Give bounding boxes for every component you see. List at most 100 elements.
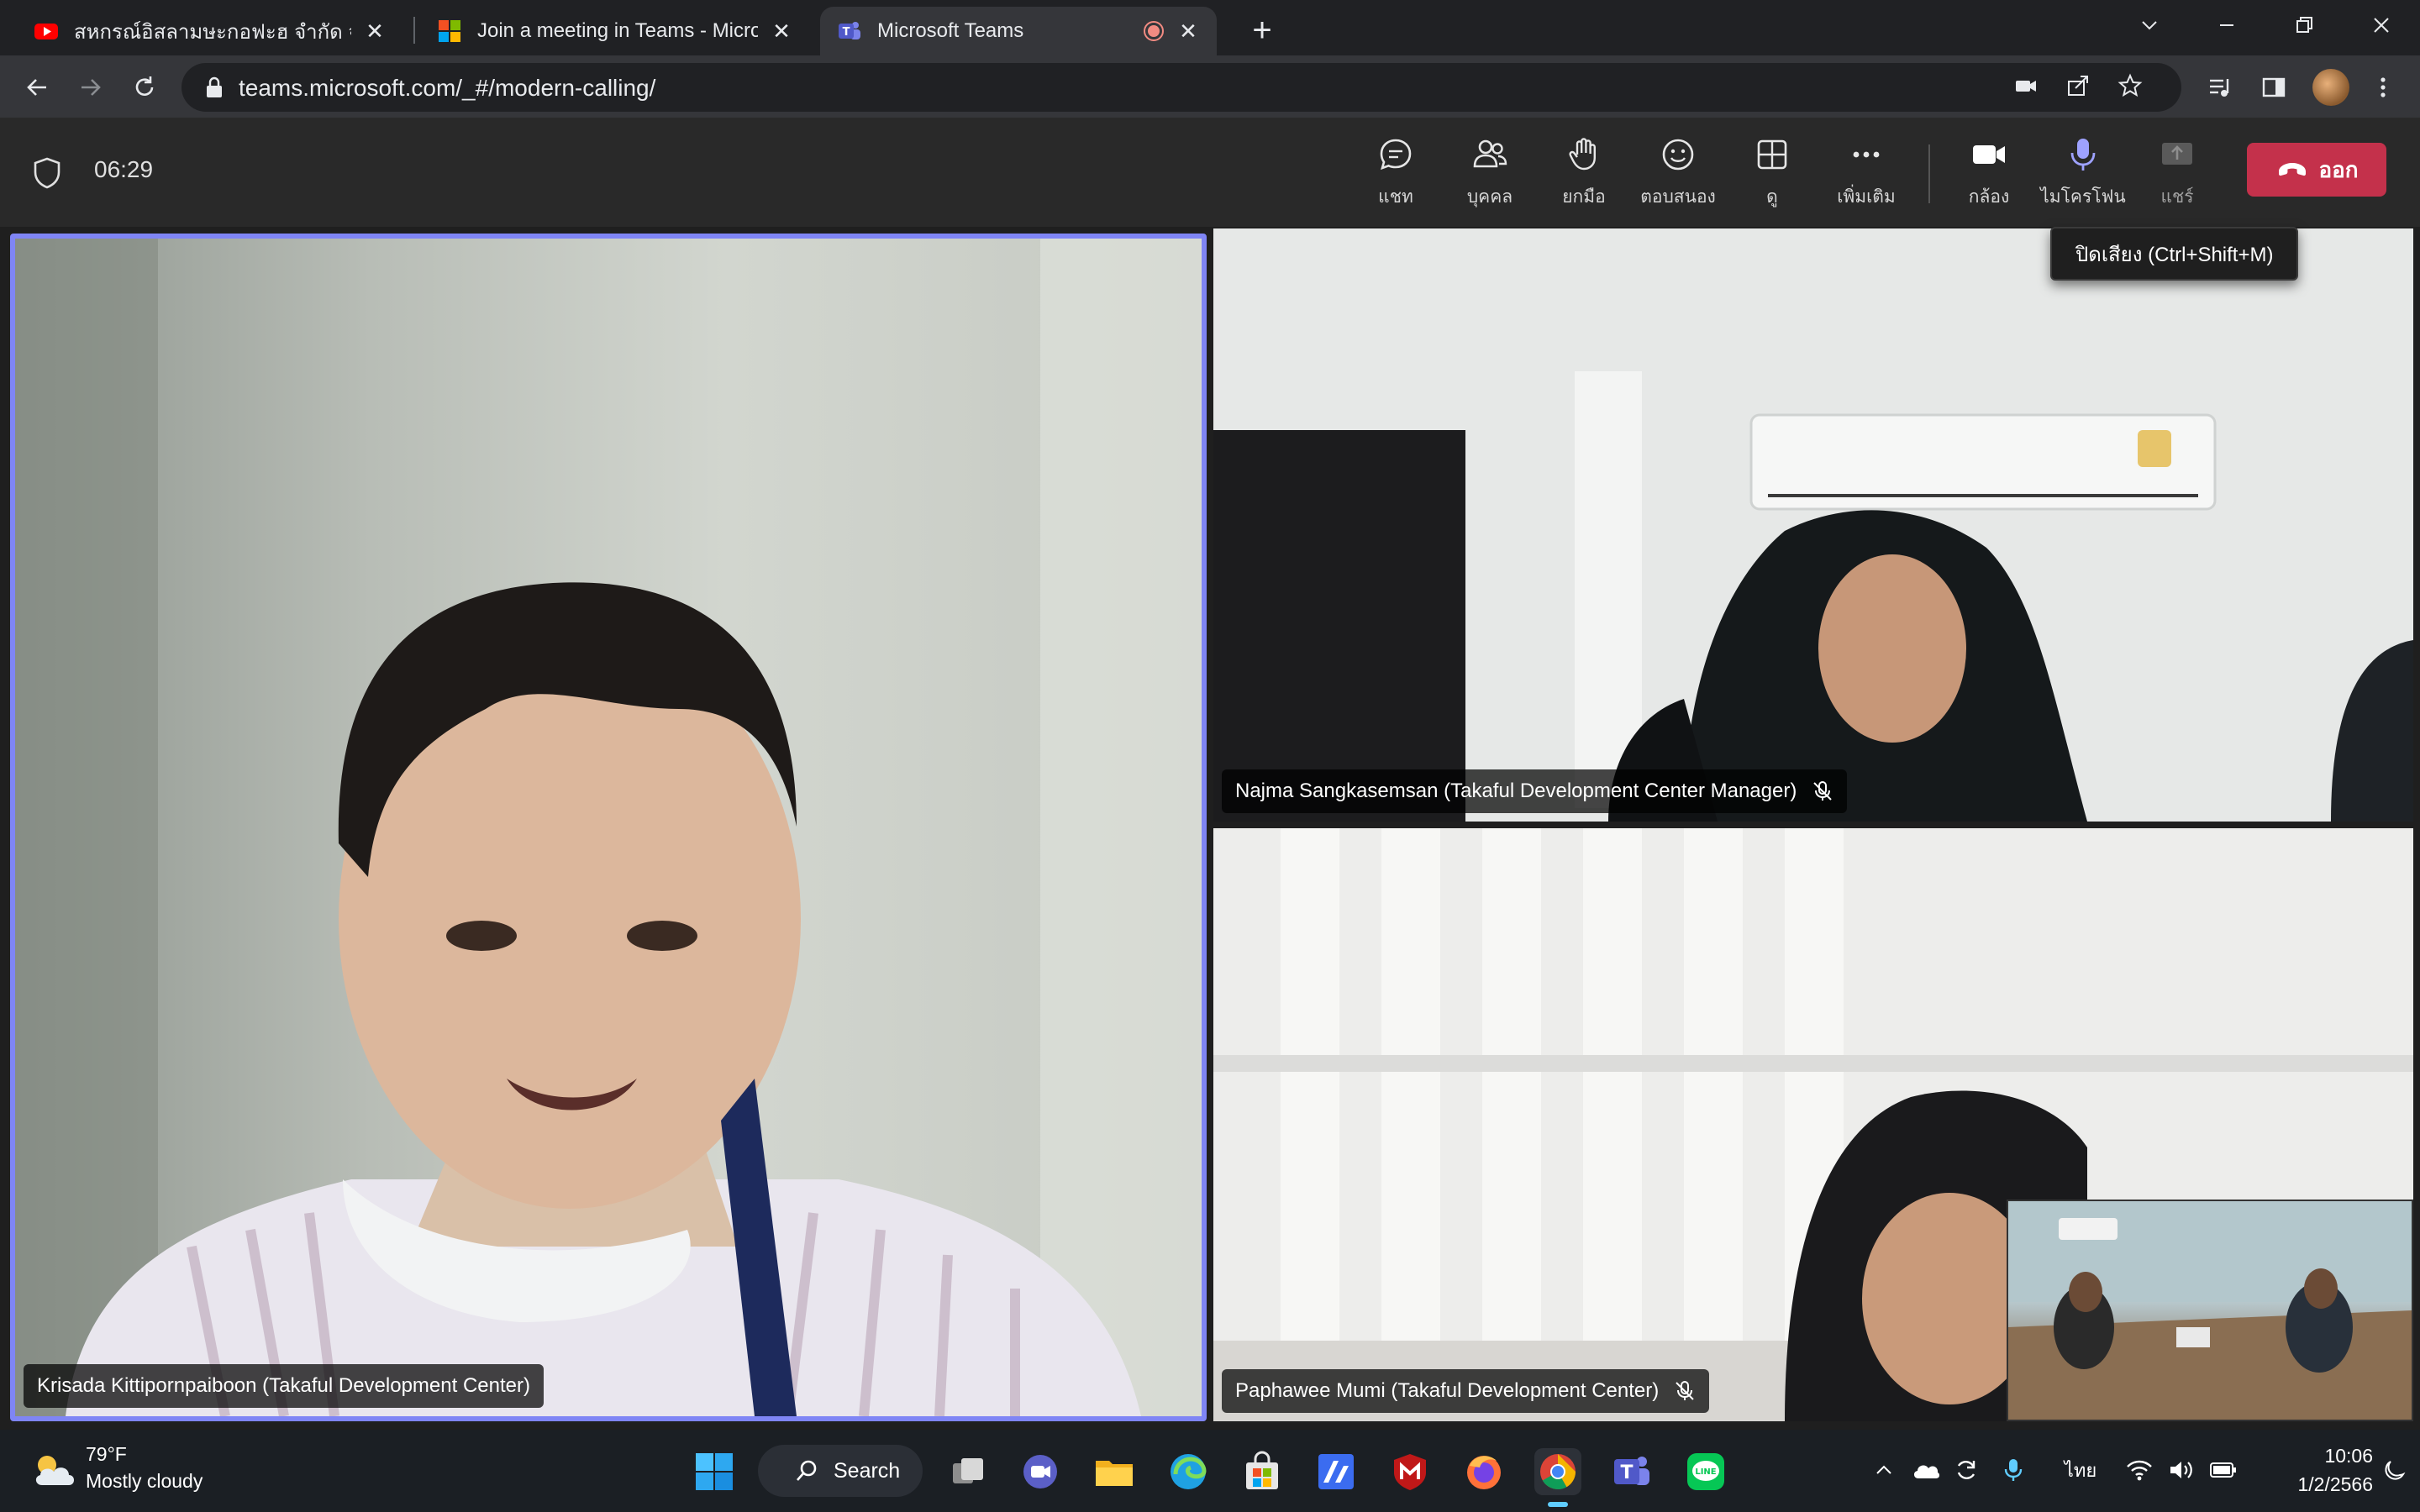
close-icon[interactable]: ✕ (1176, 18, 1200, 44)
url-text: teams.microsoft.com/_#/modern-calling/ (239, 75, 656, 101)
edge-browser-icon[interactable] (1165, 1448, 1212, 1495)
view-button[interactable]: ดู (1726, 136, 1818, 217)
teams-app-icon[interactable]: T (1608, 1448, 1655, 1495)
hang-up-icon (2278, 163, 2306, 176)
teams-chat-icon[interactable] (1017, 1448, 1064, 1495)
tab-title: Microsoft Teams (877, 19, 1024, 42)
microsoft-store-icon[interactable] (1239, 1448, 1286, 1495)
mic-label: ไมโครโฟน (2040, 187, 2126, 207)
toolbar-divider (1928, 144, 1930, 203)
browser-tab-strip: สหกรณ์อิสลามษะกอฟะฮ จำกัด จากอดี ✕ Join … (0, 0, 2420, 55)
raise-hand-button[interactable]: ยกมือ (1538, 136, 1630, 217)
address-bar[interactable]: teams.microsoft.com/_#/modern-calling/ (182, 63, 2181, 112)
leave-button[interactable]: ออก (2247, 143, 2386, 197)
weather-description: Mostly cloudy (86, 1470, 203, 1492)
weather-cloudy-icon[interactable] (30, 1452, 77, 1488)
tab-search-chevron-icon[interactable] (2111, 0, 2188, 50)
more-icon (1853, 151, 1880, 158)
participant-name: Paphawee Mumi (Takaful Development Cente… (1235, 1379, 1660, 1402)
youtube-icon (34, 24, 58, 39)
recording-icon (1144, 21, 1164, 41)
mcafee-icon[interactable] (1386, 1448, 1434, 1495)
reload-icon[interactable] (124, 67, 165, 108)
taskbar-search[interactable]: Search (758, 1445, 923, 1497)
tab-title: Join a meeting in Teams - Micros (477, 19, 758, 42)
mic-muted-icon (1813, 781, 1833, 801)
task-view-icon[interactable] (944, 1448, 992, 1495)
new-tab-button[interactable]: + (1244, 12, 1281, 49)
self-view-video[interactable] (2007, 1200, 2413, 1421)
self-view-scene (2008, 1201, 2412, 1420)
line-app-icon[interactable]: LINE (1682, 1448, 1729, 1495)
meeting-timer: 06:29 (94, 156, 154, 182)
people-button[interactable]: บุคคล (1444, 136, 1536, 217)
clock-date[interactable]: 1/2/2566 (2254, 1473, 2373, 1496)
bookmark-star-icon[interactable] (2116, 73, 2144, 102)
kebab-menu-icon[interactable] (2365, 69, 2402, 106)
participant-tile[interactable]: Najma Sangkasemsan (Takaful Development … (1213, 228, 2413, 822)
people-icon (1473, 139, 1507, 168)
chrome-icon[interactable] (1534, 1448, 1581, 1507)
participant-tile-active-speaker[interactable]: Krisada Kittipornpaiboon (Takaful Develo… (10, 234, 1207, 1421)
search-label: Search (834, 1458, 901, 1483)
chat-icon (1380, 139, 1412, 171)
profile-avatar[interactable] (2312, 69, 2349, 106)
restore-icon[interactable] (2265, 0, 2343, 50)
camera-in-use-icon[interactable] (2012, 73, 2040, 102)
video-stage: Krisada Kittipornpaiboon (Takaful Develo… (0, 227, 2420, 1430)
windows-taskbar: 79°F Mostly cloudy Search T LINE ไทย 10:… (0, 1430, 2420, 1512)
mic-button[interactable]: ไมโครโฟน (2037, 136, 2129, 217)
close-icon[interactable]: ✕ (363, 18, 387, 44)
react-button[interactable]: ตอบสนอง (1632, 136, 1724, 217)
side-panel-icon[interactable] (2255, 69, 2292, 106)
sync-icon[interactable] (1949, 1453, 1983, 1487)
lock-icon (207, 76, 222, 97)
volume-icon[interactable] (2165, 1453, 2198, 1487)
emoji-icon (1662, 139, 1694, 171)
file-explorer-icon[interactable] (1091, 1448, 1138, 1495)
camera-icon (1973, 145, 2005, 164)
battery-icon[interactable] (2207, 1453, 2240, 1487)
chat-button[interactable]: แชท (1349, 136, 1442, 217)
media-control-icon[interactable] (2202, 69, 2238, 106)
shield-icon[interactable] (32, 156, 62, 190)
camera-button[interactable]: กล้อง (1943, 136, 2035, 217)
show-hidden-icons-chevron-icon[interactable] (1867, 1453, 1901, 1487)
wifi-icon[interactable] (2123, 1453, 2156, 1487)
mute-tooltip: ปิดเสียง (Ctrl+Shift+M) (2050, 227, 2299, 281)
screen: สหกรณ์อิสลามษะกอฟะฮ จำกัด จากอดี ✕ Join … (0, 0, 2420, 1512)
weather-temperature: 79°F (86, 1443, 127, 1465)
view-label: ดู (1766, 187, 1778, 207)
firefox-icon[interactable] (1460, 1448, 1507, 1495)
browser-toolbar: teams.microsoft.com/_#/modern-calling/ (0, 55, 2420, 119)
start-button[interactable] (691, 1448, 738, 1495)
tray-microphone-icon[interactable] (1996, 1453, 2030, 1487)
raise-hand-icon (1569, 138, 1596, 171)
share-screen-icon (2162, 143, 2192, 165)
tab-youtube[interactable]: สหกรณ์อิสลามษะกอฟะฮ จำกัด จากอดี ✕ (17, 7, 403, 55)
close-icon[interactable]: ✕ (770, 18, 793, 44)
visual-studio-code-icon[interactable] (1313, 1448, 1360, 1495)
clock-time[interactable]: 10:06 (2279, 1445, 2373, 1467)
window-close-icon[interactable] (2343, 0, 2420, 50)
svg-text:T: T (843, 26, 850, 39)
meeting-toolbar: 06:29 แชท บุคคล ยกมือ ตอบสนอง ดู เพิ่มเต… (0, 119, 2420, 227)
onedrive-cloud-icon[interactable] (1909, 1453, 1943, 1487)
more-button[interactable]: เพิ่มเติม (1820, 136, 1912, 217)
participant-name: Najma Sangkasemsan (Takaful Development … (1235, 780, 1797, 802)
search-icon (797, 1460, 817, 1481)
tab-join-meeting[interactable]: Join a meeting in Teams - Micros ✕ (420, 7, 810, 55)
tab-title: สหกรณ์อิสลามษะกอฟะฮ จำกัด จากอดี (74, 20, 351, 44)
participant-video (15, 239, 1202, 1416)
share-icon[interactable] (2064, 73, 2092, 102)
participant-name-tag: Krisada Kittipornpaiboon (Takaful Develo… (24, 1364, 544, 1408)
forward-arrow-icon[interactable] (71, 67, 111, 108)
input-language-indicator[interactable]: ไทย (2057, 1453, 2104, 1487)
tab-microsoft-teams[interactable]: T Microsoft Teams ✕ (820, 7, 1217, 55)
share-button[interactable]: แชร์ (2131, 136, 2223, 217)
back-arrow-icon[interactable] (17, 67, 57, 108)
participant-video (1213, 228, 2413, 822)
minimize-icon[interactable] (2188, 0, 2265, 50)
view-grid-icon (1757, 139, 1787, 170)
do-not-disturb-moon-icon[interactable] (2380, 1453, 2410, 1487)
